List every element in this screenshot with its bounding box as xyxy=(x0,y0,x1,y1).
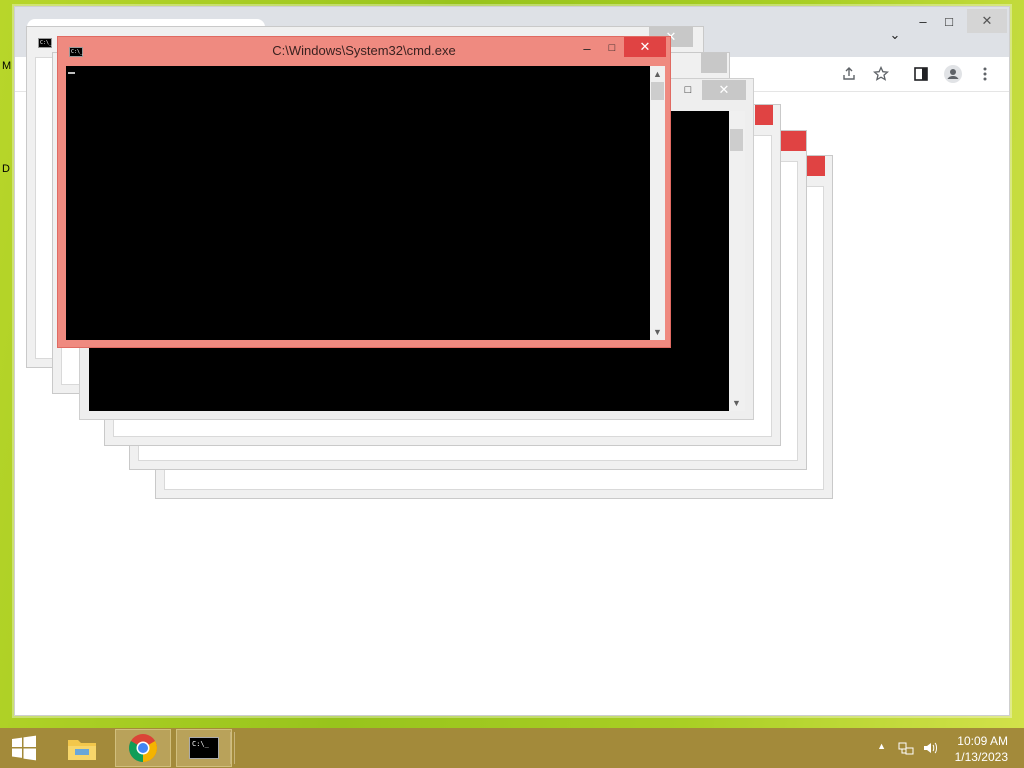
start-button[interactable] xyxy=(0,728,48,768)
network-icon[interactable] xyxy=(898,740,914,759)
taskbar-app-file-explorer[interactable] xyxy=(54,729,110,767)
close-button[interactable] xyxy=(778,131,806,151)
text-cursor xyxy=(68,72,75,74)
close-button[interactable]: ✕ xyxy=(702,80,746,100)
minimize-button[interactable]: – xyxy=(576,38,598,58)
console-output[interactable] xyxy=(66,66,650,340)
close-button[interactable] xyxy=(755,105,773,125)
close-button[interactable] xyxy=(701,53,727,73)
vertical-scrollbar[interactable]: ▲ ▼ xyxy=(650,66,665,340)
cmd-icon: C:\_ xyxy=(38,38,53,48)
bookmark-star-icon[interactable] xyxy=(869,62,893,86)
maximize-button[interactable]: □ xyxy=(676,80,700,100)
maximize-button[interactable]: □ xyxy=(601,38,623,58)
clock[interactable]: 10:09 AM 1/13/2023 xyxy=(955,733,1008,765)
desktop-icon-label[interactable]: D xyxy=(2,163,10,175)
clock-time: 10:09 AM xyxy=(957,734,1008,748)
taskbar: C:\_ ▲ 10:09 AM 1/13/2023 xyxy=(0,728,1024,768)
vertical-scrollbar[interactable]: ▼ xyxy=(729,111,745,411)
show-hidden-icons-arrow[interactable]: ▲ xyxy=(877,741,886,751)
profile-icon[interactable] xyxy=(941,62,965,86)
clock-date: 1/13/2023 xyxy=(954,750,1008,764)
chrome-icon xyxy=(129,734,157,762)
taskbar-app-chrome[interactable] xyxy=(115,729,171,767)
more-menu-icon[interactable] xyxy=(973,62,997,86)
close-button[interactable]: ✕ xyxy=(624,37,666,57)
desktop-icon-label[interactable]: M xyxy=(2,60,11,72)
taskbar-app-cmd[interactable]: C:\_ xyxy=(176,729,232,767)
cmd-window[interactable]: C:\_ C:\Windows\System32\cmd.exe – □ ✕ ▲… xyxy=(57,36,671,348)
volume-icon[interactable] xyxy=(922,740,938,759)
folder-icon xyxy=(68,740,96,760)
scroll-down-icon[interactable]: ▼ xyxy=(650,324,665,339)
side-panel-icon[interactable] xyxy=(909,62,933,86)
taskbar-divider xyxy=(230,732,235,764)
svg-text:C:\_: C:\_ xyxy=(192,740,210,748)
cmd-icon: C:\_ xyxy=(189,737,219,759)
scroll-up-icon[interactable]: ▲ xyxy=(650,66,665,81)
scrollbar-thumb[interactable] xyxy=(651,82,664,100)
share-icon[interactable] xyxy=(837,62,861,86)
scroll-down-icon[interactable]: ▼ xyxy=(729,395,744,410)
maximize-button[interactable]: □ xyxy=(931,9,967,33)
close-button[interactable]: ✕ xyxy=(967,9,1007,33)
scrollbar-thumb[interactable] xyxy=(730,129,743,151)
windows-logo-icon xyxy=(12,735,36,761)
